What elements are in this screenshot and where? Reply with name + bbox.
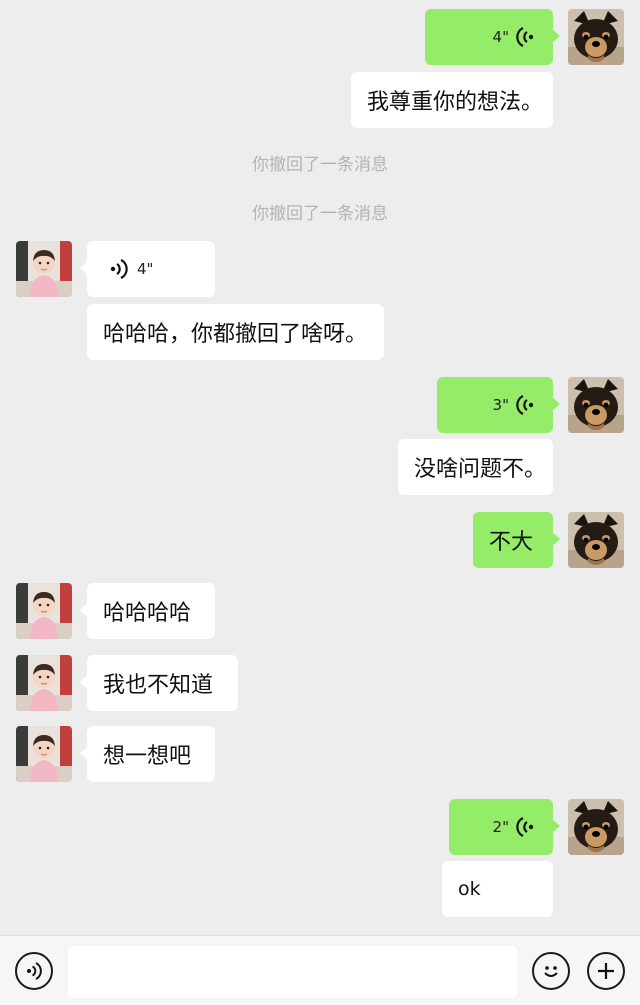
self-avatar[interactable] (568, 377, 624, 433)
voice-message-bubble[interactable]: 2" (449, 799, 560, 855)
message-text: 不大 (489, 530, 534, 555)
emoji-icon (544, 966, 558, 977)
voice-message-bubble[interactable]: 4" (80, 241, 215, 297)
voice-message-bubble[interactable]: 4" (425, 9, 560, 65)
text-message-bubble[interactable]: ok (442, 861, 553, 917)
self-avatar[interactable] (568, 799, 624, 855)
self-avatar[interactable] (568, 9, 624, 65)
text-message-bubble[interactable]: 我尊重你的想法。 (351, 72, 553, 128)
message-text: 我尊重你的想法。 (367, 90, 544, 115)
message-input[interactable] (68, 946, 518, 998)
text-message-bubble[interactable]: 哈哈哈哈 (80, 583, 215, 639)
more-button[interactable] (587, 952, 625, 990)
voice-duration: 3" (492, 396, 509, 414)
message-text: 想一想吧 (103, 744, 192, 769)
voice-duration: 2" (492, 818, 509, 836)
text-message-bubble[interactable]: 哈哈哈，你都撤回了啥呀。 (87, 304, 384, 360)
message-text: 我也不知道 (103, 673, 214, 698)
message-text: ok (458, 878, 481, 900)
voice-duration: 4" (492, 28, 509, 46)
voice-duration: 4" (137, 260, 154, 278)
plus-icon (598, 963, 614, 979)
recall-notice: 你撤回了一条消息 (252, 204, 388, 224)
text-message-bubble[interactable]: 想一想吧 (80, 726, 215, 782)
contact-avatar[interactable] (16, 726, 72, 782)
message-text: 哈哈哈，你都撤回了啥呀。 (103, 322, 368, 347)
voice-icon (27, 962, 42, 980)
voice-wave-icon (109, 258, 129, 280)
contact-avatar[interactable] (16, 583, 72, 639)
voice-wave-icon (515, 26, 535, 48)
emoji-button[interactable] (532, 952, 570, 990)
text-message-bubble[interactable]: 没啥问题不。 (398, 439, 553, 495)
input-bar (0, 935, 640, 1005)
message-text: 哈哈哈哈 (103, 601, 192, 626)
text-message-bubble[interactable]: 不大 (473, 512, 560, 568)
contact-avatar[interactable] (16, 241, 72, 297)
voice-wave-icon (515, 394, 535, 416)
voice-wave-icon (515, 816, 535, 838)
voice-input-button[interactable] (15, 952, 53, 990)
text-message-bubble[interactable]: 我也不知道 (80, 655, 238, 711)
self-avatar[interactable] (568, 512, 624, 568)
voice-message-bubble[interactable]: 3" (437, 377, 560, 433)
contact-avatar[interactable] (16, 655, 72, 711)
message-text: 没啥问题不。 (414, 457, 547, 482)
recall-notice: 你撤回了一条消息 (252, 155, 388, 175)
